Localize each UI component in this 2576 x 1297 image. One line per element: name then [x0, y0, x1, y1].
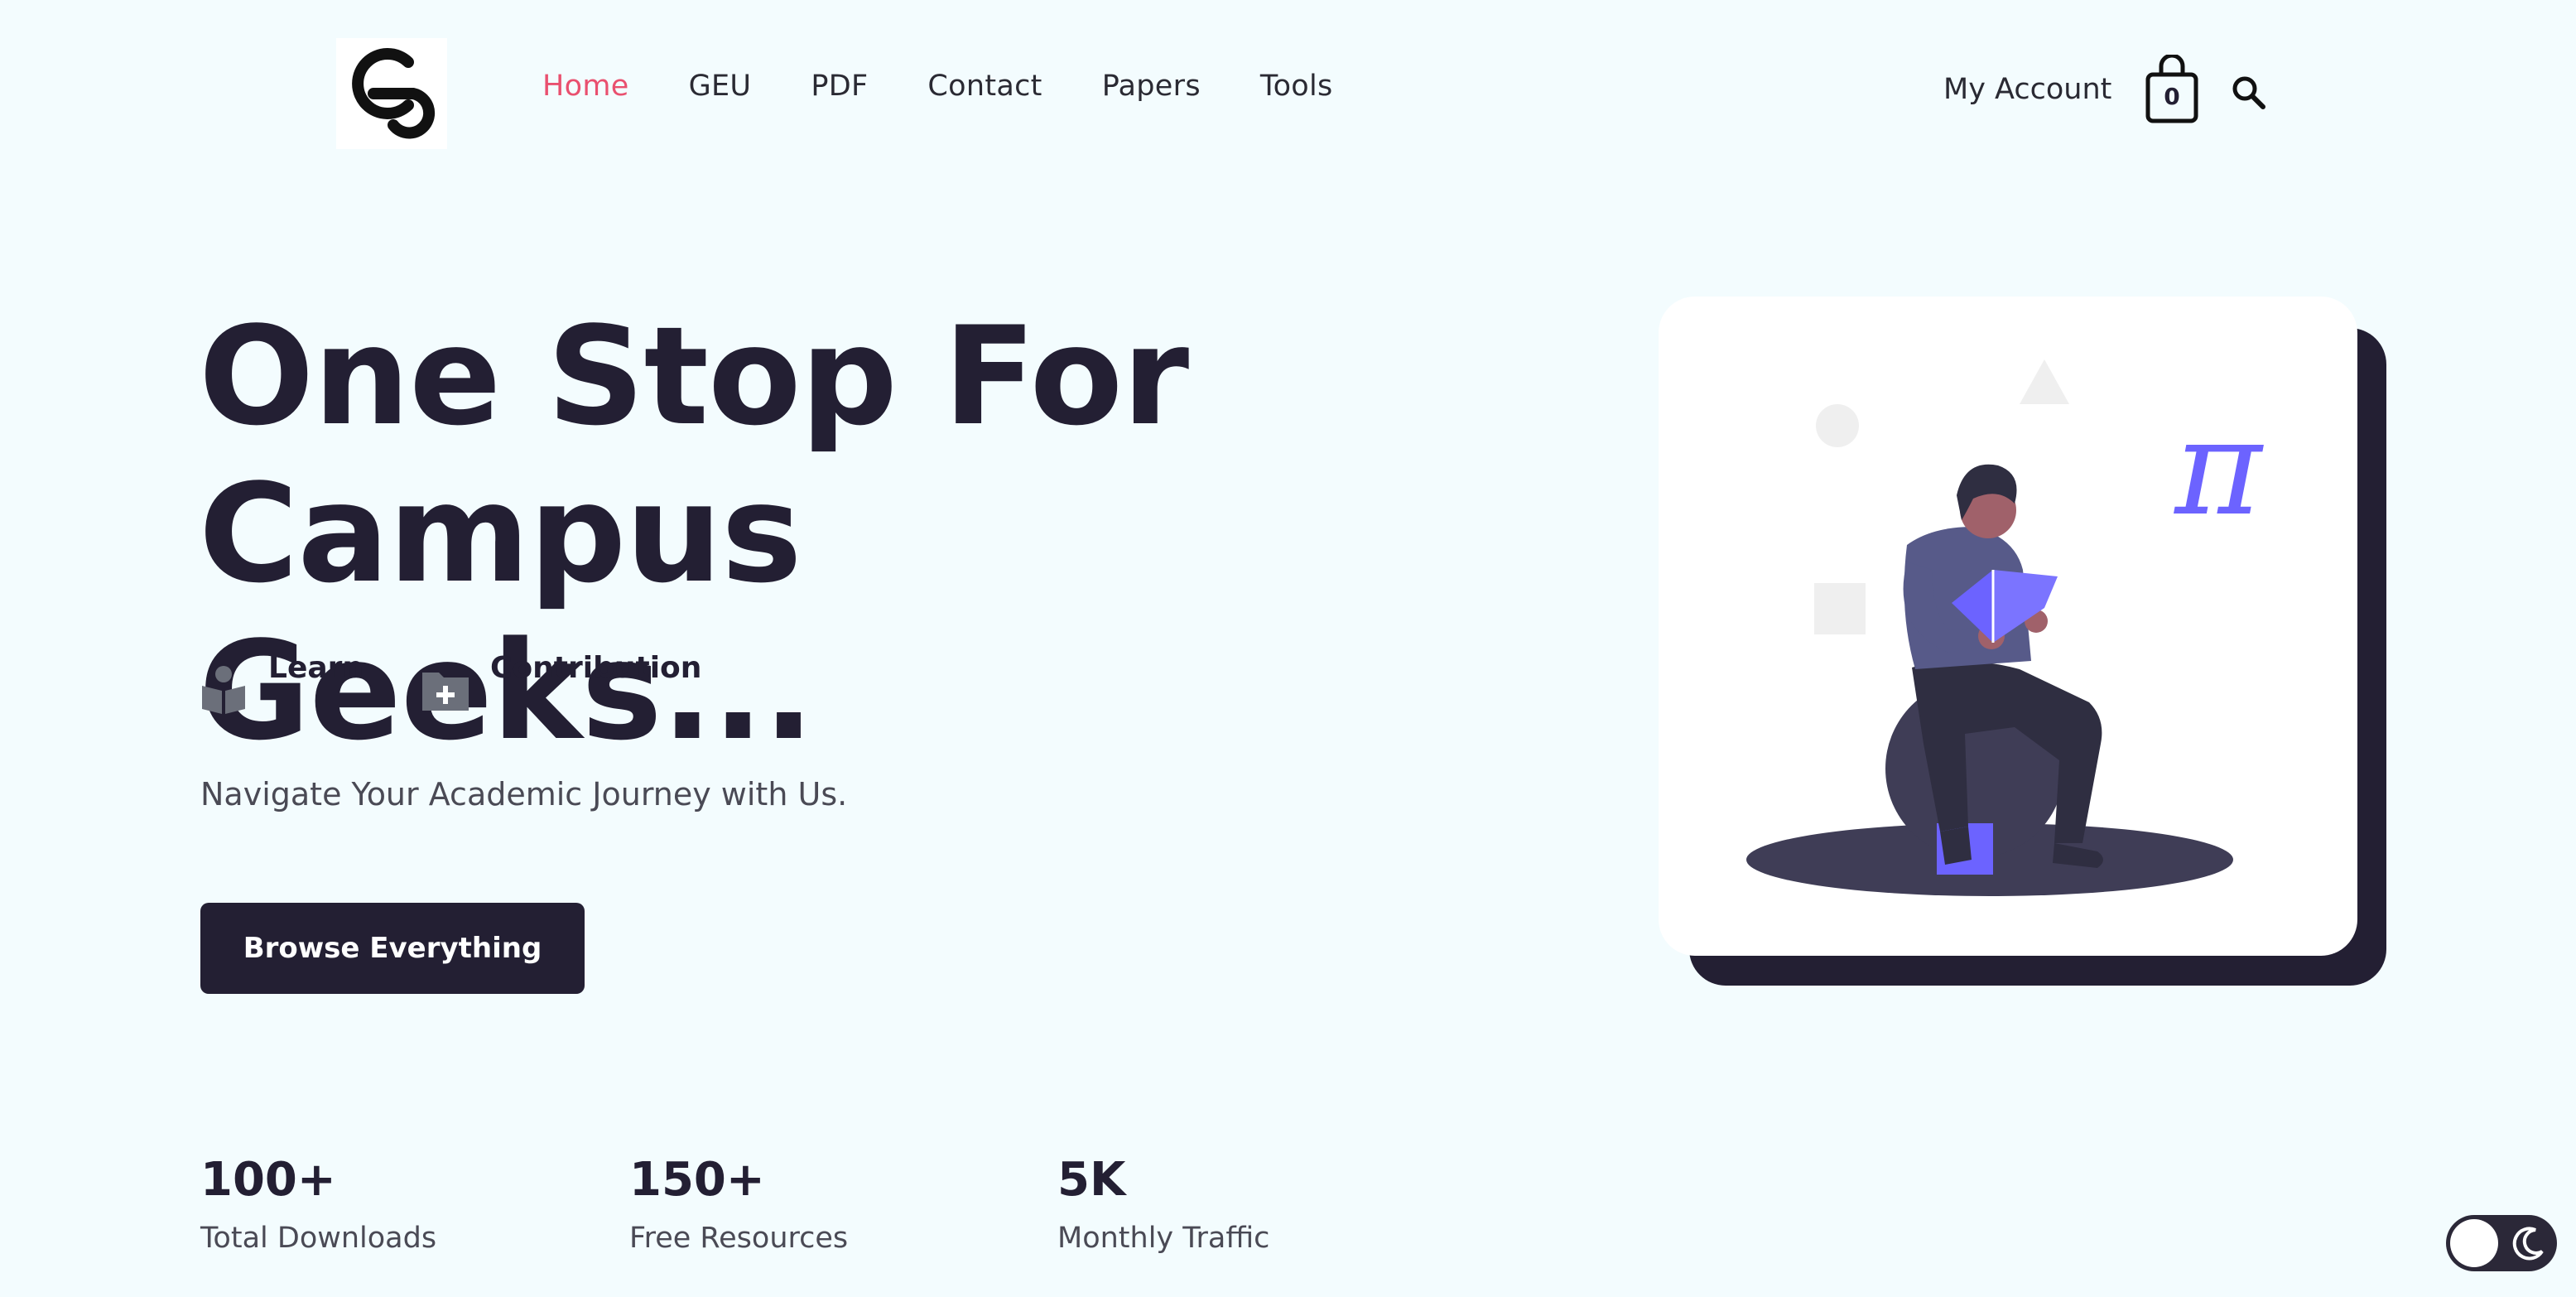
my-account-link[interactable]: My Account [1943, 73, 2111, 106]
hero-title-line1: One Stop For [199, 297, 1189, 456]
theme-toggle[interactable] [2446, 1215, 2557, 1271]
page: Home GEU PDF Contact Papers Tools My Acc… [0, 0, 2576, 1297]
nav-tools[interactable]: Tools [1260, 70, 1333, 103]
browse-everything-button[interactable]: Browse Everything [200, 903, 585, 994]
stat-downloads: 100+ Total Downloads [200, 1153, 436, 1255]
square-shape [1814, 583, 1866, 634]
toggle-knob [2450, 1219, 2498, 1267]
stat-value: 150+ [629, 1153, 765, 1207]
feature-learn: Learn [199, 651, 364, 714]
logo-icon [352, 48, 436, 139]
search-button[interactable] [2231, 75, 2267, 111]
hero-title: One Stop For Campus Geeks... [199, 298, 1441, 770]
nav-geu[interactable]: GEU [689, 70, 752, 103]
nav-pdf[interactable]: PDF [811, 70, 868, 103]
nav-home[interactable]: Home [542, 70, 629, 103]
site-logo[interactable] [336, 38, 447, 149]
nav-papers[interactable]: Papers [1102, 70, 1201, 103]
stat-value: 100+ [200, 1153, 336, 1207]
stat-label: Total Downloads [200, 1222, 437, 1255]
feature-contribution: Contribution [421, 651, 701, 714]
cart-count: 0 [2164, 83, 2180, 110]
search-icon [2232, 76, 2265, 109]
folder-plus-icon [422, 673, 469, 711]
book-reader-icon [202, 666, 245, 714]
feature-learn-label: Learn [268, 651, 364, 685]
hero-illustration-card: π [1659, 297, 2357, 956]
pi-symbol: π [2173, 390, 2264, 545]
feature-contribution-label: Contribution [490, 651, 702, 685]
stat-label: Monthly Traffic [1057, 1222, 1270, 1255]
stat-value: 5K [1057, 1153, 1126, 1207]
moon-icon [2512, 1227, 2544, 1261]
cart-button[interactable]: 0 [2145, 53, 2199, 124]
main-nav: Home GEU PDF Contact Papers Tools [542, 70, 1393, 103]
triangle-shape [2020, 359, 2069, 404]
hero-tagline: Navigate Your Academic Journey with Us. [200, 776, 848, 812]
nav-contact[interactable]: Contact [927, 70, 1042, 103]
reading-person-illustration: π [1746, 359, 2264, 896]
stat-traffic: 5K Monthly Traffic [1057, 1153, 1269, 1255]
stat-resources: 150+ Free Resources [629, 1153, 848, 1255]
hero-title-line2: Campus Geeks... [199, 455, 815, 770]
circle-shape [1816, 404, 1859, 447]
stat-label: Free Resources [629, 1222, 849, 1255]
